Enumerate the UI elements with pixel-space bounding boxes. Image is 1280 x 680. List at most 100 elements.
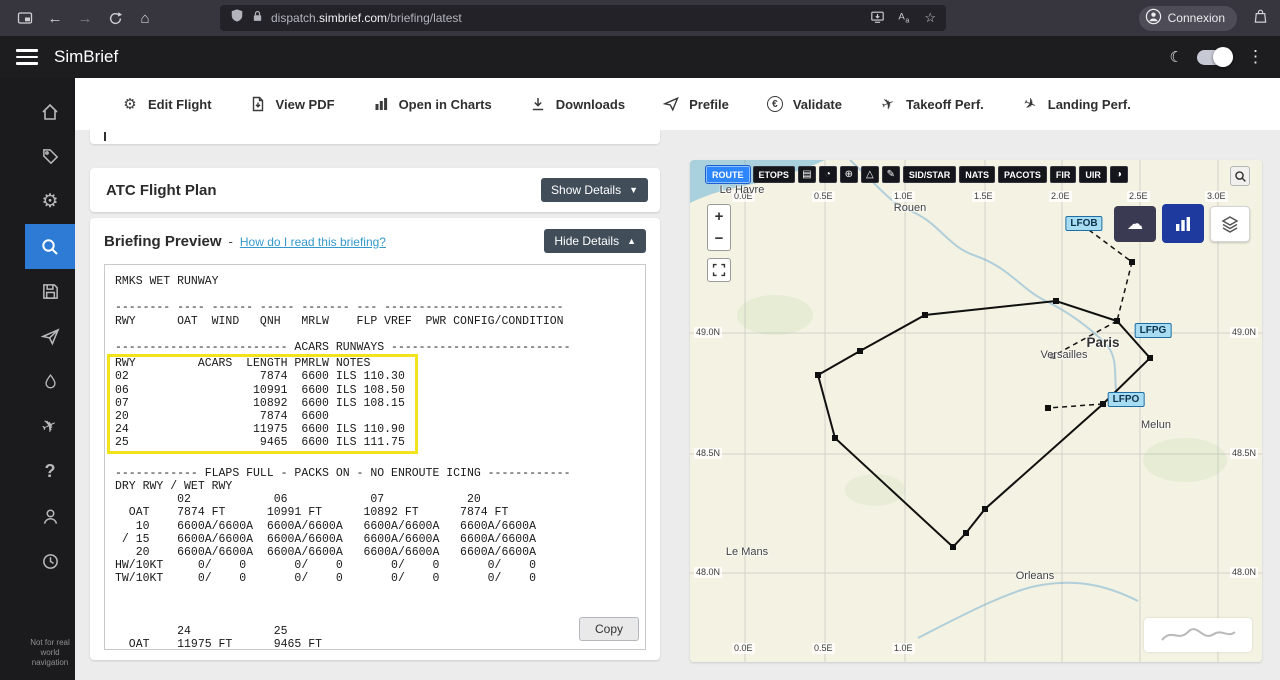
sidebar-item-settings[interactable]: ⚙ xyxy=(25,179,75,224)
briefing-preview-card: Briefing Preview - How do I read this br… xyxy=(90,218,660,660)
copy-button[interactable]: Copy xyxy=(578,617,639,641)
floppy-disk-icon xyxy=(41,282,60,301)
map-etops-button[interactable]: ETOPS xyxy=(752,166,795,183)
grid-label: 48.0N xyxy=(694,567,723,578)
city-label-le-havre: Le Havre xyxy=(719,184,765,196)
app-header: SimBrief ☾ ⋮ xyxy=(0,36,1280,78)
toolbar-downloads[interactable]: Downloads xyxy=(529,95,625,113)
toolbar-prefile[interactable]: Prefile xyxy=(662,95,729,113)
weather-layer-button[interactable]: ☁ xyxy=(1114,206,1156,242)
sidebar: ⚙ ✈ ? Not for real world navigation xyxy=(0,78,75,680)
briefing-text-before: RMKS WET RUNWAY -------- ---- ------ ---… xyxy=(115,275,571,355)
refresh-icon[interactable] xyxy=(102,5,128,31)
sidebar-item-takeoff[interactable]: ✈ xyxy=(25,404,75,449)
city-label-le-mans: Le Mans xyxy=(725,546,769,558)
grid-label: 48.5N xyxy=(694,448,723,459)
toolbar-label: Prefile xyxy=(689,96,729,112)
sidebar-item-help[interactable]: ? xyxy=(25,449,75,494)
route-map[interactable]: 0.0E 0.5E 1.0E 1.5E 2.0E 2.5E 3.0E 0.0E … xyxy=(690,160,1262,662)
map-clock-icon[interactable]: ◔ xyxy=(818,166,837,183)
home-icon[interactable]: ⌂ xyxy=(132,5,158,31)
grid-label: 0.5E xyxy=(812,643,835,654)
city-label-paris: Paris xyxy=(1086,335,1120,350)
map-sidstar-button[interactable]: SID/STAR xyxy=(902,166,957,183)
forward-icon[interactable]: → xyxy=(72,5,98,31)
toolbar-edit-flight[interactable]: ⚙ Edit Flight xyxy=(121,95,211,113)
grid-label: 1.0E xyxy=(892,191,915,202)
sidebar-item-send[interactable] xyxy=(25,314,75,359)
bag-icon[interactable] xyxy=(1253,8,1268,29)
layers-button[interactable] xyxy=(1210,206,1250,242)
back-icon[interactable]: ← xyxy=(42,5,68,31)
takeoff-plane-icon: ✈ xyxy=(879,94,898,115)
clock-icon xyxy=(41,552,60,571)
chevron-up-icon: ▲ xyxy=(627,236,636,246)
save-to-device-icon[interactable] xyxy=(870,10,885,27)
map-globe-icon[interactable]: ⊕ xyxy=(839,166,858,183)
sidebar-item-history[interactable] xyxy=(25,539,75,584)
map-search-button[interactable] xyxy=(1230,166,1250,186)
zoom-in-button[interactable]: + xyxy=(707,204,731,228)
toolbar-label: Takeoff Perf. xyxy=(905,96,984,112)
app-title: SimBrief xyxy=(54,47,119,66)
layers-icon xyxy=(1221,216,1239,233)
airplane-icon: ✈ xyxy=(38,413,61,439)
url-domain: simbrief.com xyxy=(319,11,388,25)
translate-icon[interactable]: Aa xyxy=(897,10,912,27)
connexion-button[interactable]: Connexion xyxy=(1138,5,1237,31)
sidebar-disclaimer: Not for real world navigation xyxy=(30,638,70,667)
chevron-down-icon: ▼ xyxy=(629,185,638,195)
window-icon[interactable] xyxy=(12,5,38,31)
hide-details-button[interactable]: Hide Details ▲ xyxy=(544,229,646,253)
toolbar-label: Landing Perf. xyxy=(1047,96,1131,112)
atc-card-title: ATC Flight Plan xyxy=(106,181,217,199)
sidebar-item-fuel[interactable] xyxy=(25,359,75,404)
bars-icon xyxy=(1176,216,1190,231)
city-label-versailles: Versailles xyxy=(1040,349,1088,361)
map-hazards-icon[interactable]: △ xyxy=(860,166,879,183)
person-icon xyxy=(41,507,60,526)
airport-label-lfpg[interactable]: LFPG xyxy=(1134,323,1172,338)
briefing-help-link[interactable]: How do I read this briefing? xyxy=(240,235,386,249)
fullscreen-button[interactable] xyxy=(707,258,731,282)
briefing-acars-highlight: RWY ACARS LENGTH PMRLW NOTES 02 7874 660… xyxy=(107,354,418,454)
map-fir-button[interactable]: FIR xyxy=(1049,166,1077,183)
toolbar-takeoff-perf[interactable]: ✈ Takeoff Perf. xyxy=(879,94,984,115)
map-pacots-button[interactable]: PACOTS xyxy=(998,166,1047,183)
sidebar-item-home[interactable] xyxy=(25,89,75,134)
overflow-menu-icon[interactable]: ⋮ xyxy=(1247,47,1264,67)
url-bar[interactable]: dispatch. simbrief.com/briefing/latest Aa… xyxy=(220,5,946,31)
charts-layer-button[interactable] xyxy=(1162,204,1204,243)
show-details-button[interactable]: Show Details ▼ xyxy=(541,178,648,202)
airport-label-lfpo[interactable]: LFPO xyxy=(1107,392,1145,407)
bar-chart-icon xyxy=(372,95,390,113)
toolbar-landing-perf[interactable]: ✈ Landing Perf. xyxy=(1020,94,1131,115)
sidebar-item-tags[interactable] xyxy=(25,134,75,179)
map-pages-icon[interactable]: ▤ xyxy=(797,166,816,183)
home-icon xyxy=(40,102,60,122)
airport-label-lfob[interactable]: LFOB xyxy=(1065,216,1103,231)
sidebar-item-account[interactable] xyxy=(25,494,75,539)
map-toolbar: ROUTE ETOPS ▤ ◔ ⊕ △ ✎ SID/STAR NATS PACO… xyxy=(706,166,1128,183)
toolbar-validate[interactable]: € Validate xyxy=(766,95,842,113)
sidebar-item-save[interactable] xyxy=(25,269,75,314)
hamburger-menu-icon[interactable] xyxy=(16,49,38,65)
map-draw-icon[interactable]: ✎ xyxy=(881,166,900,183)
map-nats-button[interactable]: NATS xyxy=(959,166,996,183)
document-icon xyxy=(249,95,267,113)
svg-text:a: a xyxy=(906,17,910,24)
toolbar-open-in-charts[interactable]: Open in Charts xyxy=(372,95,492,113)
sidebar-item-search[interactable] xyxy=(25,224,75,269)
gear-icon: ⚙ xyxy=(123,96,137,113)
zoom-out-button[interactable]: − xyxy=(707,227,731,251)
landing-plane-icon: ✈ xyxy=(1020,94,1039,115)
question-mark-icon: ? xyxy=(44,461,56,481)
map-uir-button[interactable]: UIR xyxy=(1079,166,1107,183)
bookmark-star-icon[interactable]: ☆ xyxy=(924,10,936,26)
text-cursor-mark xyxy=(104,132,106,141)
map-route-button[interactable]: ROUTE xyxy=(706,166,750,183)
toolbar-view-pdf[interactable]: View PDF xyxy=(249,95,335,113)
briefing-text-container[interactable]: RMKS WET RUNWAY -------- ---- ------ ---… xyxy=(104,264,646,650)
map-daynight-icon[interactable]: ◑ xyxy=(1109,166,1128,183)
dark-mode-toggle[interactable] xyxy=(1197,46,1233,67)
